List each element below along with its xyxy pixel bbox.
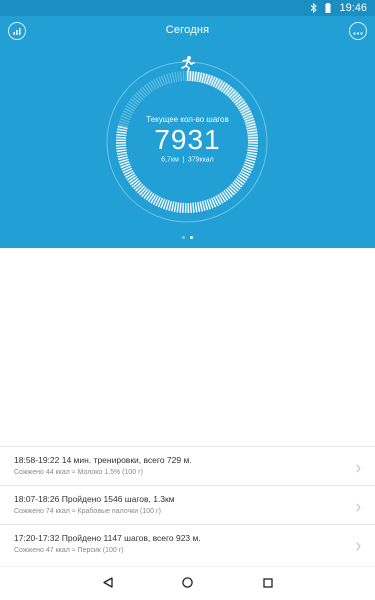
distance-value: 6,7км (161, 156, 179, 164)
activity-detail: Сожжено 74 ккал ≈ Крабовые палочки (100 … (14, 508, 161, 515)
activity-title: 17:20-17:32 Пройдено 1147 шагов, всего 9… (14, 533, 201, 543)
divider (182, 156, 184, 163)
chevron-right-icon (356, 538, 361, 556)
chevron-right-icon (356, 460, 361, 478)
recents-icon (262, 575, 273, 593)
home-icon (182, 575, 193, 593)
activity-detail: Сожжено 44 ккал ≈ Молоко 1.5% (100 г) (14, 469, 143, 476)
home-button[interactable] (178, 574, 198, 594)
running-person-icon (181, 56, 195, 73)
calories-value: 379ккал (187, 156, 214, 164)
activity-item[interactable]: 17:20-17:32 Пройдено 1147 шагов, всего 9… (0, 524, 375, 563)
activity-item[interactable]: 18:58-19:22 14 мин. тренировки, всего 72… (0, 446, 375, 485)
step-count: 7931 (154, 124, 221, 155)
page-dot-active[interactable] (190, 236, 193, 239)
bluetooth-icon (310, 3, 318, 13)
chevron-right-icon (356, 499, 361, 517)
recents-button[interactable] (258, 574, 278, 594)
status-bar: 19:46 (0, 0, 375, 16)
back-button[interactable] (98, 574, 118, 594)
activity-list: 18:58-19:22 14 мин. тренировки, всего 72… (0, 446, 375, 563)
page-indicator (0, 236, 375, 239)
status-time: 19:46 (339, 2, 367, 14)
activity-item[interactable]: 18:07-18:26 Пройдено 1546 шагов, 1.3км С… (0, 485, 375, 524)
navigation-bar (0, 566, 375, 600)
distance-calories: 6,7км 379ккал (0, 156, 375, 163)
back-icon (102, 575, 113, 593)
steps-label: Текущее кол-во шагов (146, 115, 229, 124)
activity-title: 18:07-18:26 Пройдено 1546 шагов, 1.3км (14, 494, 175, 504)
activity-title: 18:58-19:22 14 мин. тренировки, всего 72… (14, 455, 192, 465)
step-summary-panel[interactable]: Сегодня Текущее кол-во шагов 7931 6,7км 3 (0, 16, 375, 248)
activity-detail: Сожжено 47 ккал ≈ Персик (100 г) (14, 547, 124, 554)
page-dot[interactable] (182, 236, 185, 239)
battery-icon (325, 3, 331, 13)
